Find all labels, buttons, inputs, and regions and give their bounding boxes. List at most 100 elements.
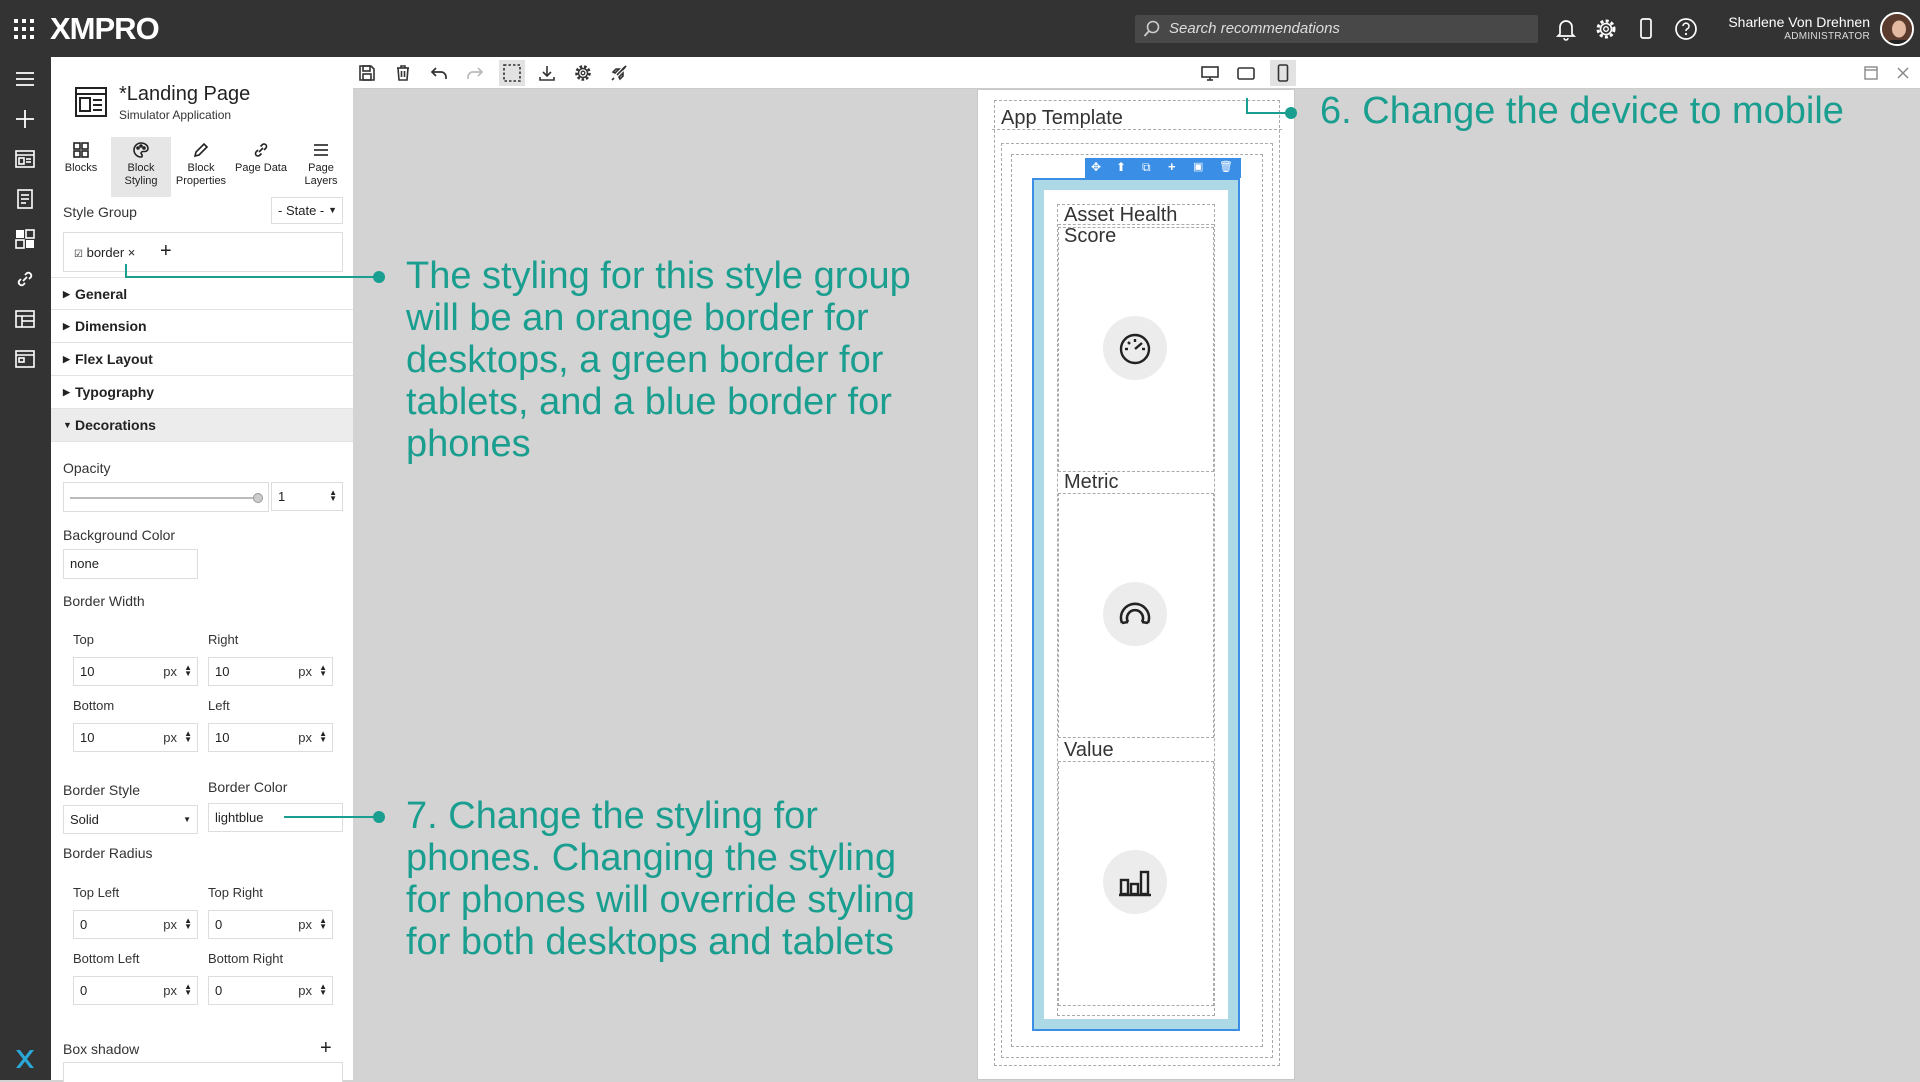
add-block-icon[interactable]: + xyxy=(1168,159,1176,174)
mobile-icon[interactable] xyxy=(1633,16,1659,42)
stepper-icon[interactable]: ▲ ▼ xyxy=(319,664,327,678)
background-color-input[interactable]: none xyxy=(63,549,198,579)
add-style-group-icon[interactable]: + xyxy=(160,240,172,263)
help-icon[interactable] xyxy=(1673,16,1699,42)
save-icon[interactable] xyxy=(357,63,379,83)
bottom-label: Bottom xyxy=(73,698,115,713)
radius-bottom-left-input[interactable]: 0 px ▲ ▼ xyxy=(73,976,198,1005)
radius-bottom-right-input[interactable]: 0 px ▲ ▼ xyxy=(208,976,333,1005)
border-top-input[interactable]: 10 px ▲ ▼ xyxy=(73,657,198,686)
app-grid-icon[interactable] xyxy=(13,18,35,43)
stepper-icon[interactable]: ▲ ▼ xyxy=(184,730,192,744)
stepper-icon[interactable]: ▲ ▼ xyxy=(184,664,192,678)
xmpro-logo-icon xyxy=(13,1047,37,1074)
delete-icon[interactable] xyxy=(393,63,415,83)
app-designer-icon[interactable] xyxy=(13,147,37,171)
tab-page-data[interactable]: Page Data xyxy=(231,137,291,197)
section-typography[interactable]: ▶ Typography xyxy=(51,376,353,409)
style-tag[interactable]: ☑ border × xyxy=(74,245,135,260)
caret-right-icon: ▶ xyxy=(63,387,70,397)
add-box-shadow-icon[interactable]: + xyxy=(320,1037,332,1060)
download-icon[interactable] xyxy=(537,63,559,83)
opacity-slider[interactable] xyxy=(63,482,269,512)
slider-thumb[interactable] xyxy=(253,493,263,503)
value-block[interactable] xyxy=(1058,761,1214,1006)
radius-top-right-input[interactable]: 0 px ▲ ▼ xyxy=(208,910,333,939)
stepper-icon[interactable]: ▲ ▼ xyxy=(184,917,192,931)
tab-page-layers-label: Page Layers xyxy=(304,162,338,187)
border-right-input[interactable]: 10 px ▲ ▼ xyxy=(208,657,333,686)
avatar[interactable] xyxy=(1880,12,1914,46)
value-label: Value xyxy=(1064,739,1114,761)
mobile-view-icon[interactable] xyxy=(1270,60,1296,86)
callout-step-6: 6. Change the device to mobile xyxy=(1320,90,1844,132)
tab-block-properties[interactable]: Block Properties xyxy=(171,137,231,197)
copy-icon[interactable]: ⧉ xyxy=(1142,160,1151,175)
border-style-select[interactable]: Solid ▼ xyxy=(63,805,198,834)
section-decorations[interactable]: ▼ Decorations xyxy=(51,409,353,442)
stepper-icon[interactable]: ▲ ▼ xyxy=(319,983,327,997)
callout-style-group: The styling for this style group will be… xyxy=(406,255,911,465)
unit-label: px xyxy=(163,664,177,679)
chevron-down-icon: ▼ xyxy=(328,205,337,215)
border-top-value: 10 xyxy=(80,664,95,679)
rocket-icon[interactable] xyxy=(609,63,631,83)
calendar-icon[interactable] xyxy=(13,347,37,371)
asset-health-block[interactable] xyxy=(1058,227,1214,472)
section-flex-layout[interactable]: ▶ Flex Layout xyxy=(51,343,353,376)
trash-icon[interactable]: 🗑 xyxy=(1219,160,1233,173)
section-dimension[interactable]: ▶ Dimension xyxy=(51,310,353,343)
settings-icon[interactable] xyxy=(573,63,595,83)
border-color-label: Border Color xyxy=(208,779,288,795)
dashboard-icon[interactable] xyxy=(13,227,37,251)
desktop-view-icon[interactable] xyxy=(1200,63,1222,83)
move-icon[interactable]: ✥ xyxy=(1091,160,1101,174)
undo-icon[interactable] xyxy=(429,63,451,83)
remove-tag-icon[interactable]: × xyxy=(128,245,136,260)
gear-icon[interactable] xyxy=(1593,16,1619,42)
opacity-input[interactable]: 1 ▲ ▼ xyxy=(271,482,343,511)
section-general-label: General xyxy=(75,286,128,302)
unit-label: px xyxy=(163,983,177,998)
top-bar: XMPRO Search recommendations Sharlene Vo… xyxy=(0,0,1920,57)
border-bottom-input[interactable]: 10 px ▲ ▼ xyxy=(73,723,198,752)
stepper-icon[interactable]: ▲ ▼ xyxy=(319,917,327,931)
stepper-icon[interactable]: ▲ ▼ xyxy=(329,489,337,503)
style-group-tags[interactable]: ☑ border × + xyxy=(63,232,343,272)
menu-icon[interactable] xyxy=(13,67,37,91)
bell-icon[interactable] xyxy=(1553,16,1579,42)
gauge-icon xyxy=(1103,316,1167,380)
select-outline-icon[interactable] xyxy=(499,60,525,86)
stepper-icon[interactable]: ▲ ▼ xyxy=(319,730,327,744)
tab-block-styling[interactable]: Block Styling xyxy=(111,137,171,197)
data-stream-icon[interactable] xyxy=(13,307,37,331)
radius-top-left-input[interactable]: 0 px ▲ ▼ xyxy=(73,910,198,939)
close-icon[interactable] xyxy=(1893,63,1915,83)
recommendations-icon[interactable] xyxy=(13,187,37,211)
maximize-icon[interactable] xyxy=(1861,63,1883,83)
opacity-value: 1 xyxy=(278,489,286,504)
callout-line-6 xyxy=(1246,112,1290,114)
state-select[interactable]: - State - ▼ xyxy=(271,197,343,224)
redo-icon[interactable] xyxy=(465,63,487,83)
tab-blocks-label: Blocks xyxy=(64,162,98,174)
add-icon[interactable] xyxy=(13,107,37,131)
stepper-icon[interactable]: ▲ ▼ xyxy=(184,983,192,997)
tablet-view-icon[interactable] xyxy=(1236,63,1258,83)
metric-block[interactable] xyxy=(1058,493,1214,738)
border-left-input[interactable]: 10 px ▲ ▼ xyxy=(208,723,333,752)
callout-line-style xyxy=(125,276,380,278)
section-decorations-label: Decorations xyxy=(75,417,156,433)
tab-page-data-label: Page Data xyxy=(235,162,287,174)
unit-label: px xyxy=(163,917,177,932)
background-color-label: Background Color xyxy=(63,527,176,543)
blocks-column[interactable]: Asset Health Score Metric Value xyxy=(1057,204,1215,1016)
save-block-icon[interactable]: ▣ xyxy=(1193,160,1203,173)
section-general[interactable]: ▶ General xyxy=(51,277,353,310)
selected-block[interactable]: Asset Health Score Metric Value xyxy=(1032,178,1240,1031)
tab-page-layers[interactable]: Page Layers xyxy=(291,137,351,197)
link-icon[interactable] xyxy=(13,267,37,291)
search-input[interactable]: Search recommendations xyxy=(1135,15,1538,43)
tab-blocks[interactable]: Blocks xyxy=(51,137,111,197)
arrow-up-icon[interactable]: ⬆ xyxy=(1116,160,1126,174)
